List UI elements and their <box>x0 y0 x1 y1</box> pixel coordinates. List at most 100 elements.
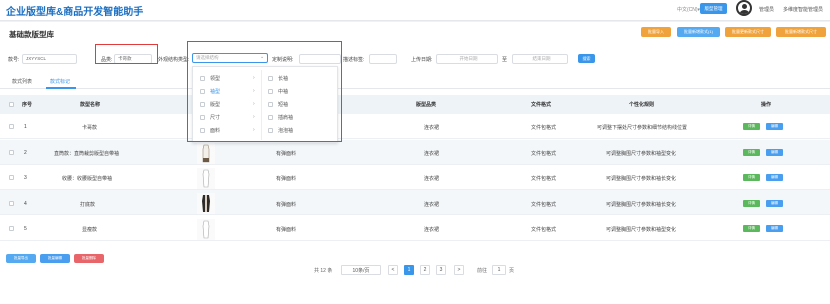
table-row <box>0 114 830 139</box>
garment-thumbnail <box>197 143 215 164</box>
row-checkbox[interactable] <box>9 226 14 231</box>
tabs-divider <box>0 88 830 89</box>
header-category: 版型品类 <box>416 102 437 108</box>
header-rule: 个性化规则 <box>629 102 655 108</box>
page-size-select[interactable]: 10条/页 <box>341 265 381 275</box>
row-rule: 可调整胸围尺寸参数和袖长变化 <box>606 176 677 182</box>
batch-edit-button[interactable]: 批量编辑 <box>40 254 70 263</box>
header-name: 款型名称 <box>80 102 101 108</box>
row-checkbox[interactable] <box>9 150 14 155</box>
search-button[interactable]: 搜索 <box>578 54 595 63</box>
table-header <box>0 95 830 114</box>
user-name[interactable]: 多维度智能管理员 <box>783 6 823 13</box>
row-edit-button[interactable]: 编辑 <box>766 174 783 181</box>
date-label: 上传日期: <box>411 57 433 63</box>
prev-page-button[interactable]: < <box>388 265 398 275</box>
top-button-pattern-manage[interactable]: 版型管理 <box>700 3 727 14</box>
select-all-checkbox[interactable] <box>9 102 14 107</box>
tag-input[interactable] <box>369 54 397 64</box>
row-name: 直筒款：直筒裁剪版型自带袖 <box>54 151 120 157</box>
garment-thumbnail <box>197 168 215 189</box>
batch-update-size-button[interactable]: 批量更新款式尺寸 <box>725 27 771 37</box>
row-checkbox[interactable] <box>9 124 14 129</box>
row-index: 4 <box>24 201 27 207</box>
row-name: 打底款 <box>80 202 96 208</box>
row-edit-button[interactable]: 编辑 <box>766 149 783 156</box>
row-rule: 可调整胸围尺寸参数和袖型变化 <box>606 227 677 233</box>
tab-style-mark[interactable]: 款式标记 <box>50 78 70 85</box>
row-edit-button[interactable]: 编辑 <box>766 200 783 207</box>
date-end-input[interactable]: 结束日期 <box>512 54 568 64</box>
row-category: 连衣裙 <box>424 176 440 182</box>
user-short-name: 管理员 <box>759 7 775 13</box>
language-selector[interactable]: 中文(CN)▾ <box>677 6 700 13</box>
header-actions: 操作 <box>761 102 772 108</box>
row-category: 连衣裙 <box>424 202 440 208</box>
avatar[interactable] <box>736 0 752 16</box>
app-title: 企业版型库&商品开发智能助手 <box>6 7 144 18</box>
table-row <box>0 216 830 241</box>
goto-label: 前往 <box>477 267 488 274</box>
row-format: 文件包格式 <box>531 125 557 131</box>
row-format: 文件包格式 <box>531 202 557 208</box>
row-fabric: 有弹面料 <box>276 227 297 233</box>
row-format: 文件包格式 <box>531 176 557 182</box>
row-category: 连衣裙 <box>424 227 440 233</box>
row-index: 3 <box>24 175 27 181</box>
batch-export-button[interactable]: 批量导出 <box>6 254 36 263</box>
header-format: 文件格式 <box>531 102 552 108</box>
page-1-button[interactable]: 1 <box>404 265 414 275</box>
page-3-button[interactable]: 3 <box>436 265 446 275</box>
row-name: 显瘦款 <box>82 227 98 233</box>
page-2-button[interactable]: 2 <box>420 265 430 275</box>
structure-label: 外观结构类型: <box>158 57 190 63</box>
row-index: 1 <box>24 124 27 130</box>
row-index: 2 <box>24 150 27 156</box>
row-checkbox[interactable] <box>9 175 14 180</box>
row-edit-button[interactable]: 编辑 <box>766 225 783 232</box>
table-row <box>0 165 830 190</box>
row-detail-button[interactable]: 详情 <box>743 225 760 232</box>
row-detail-button[interactable]: 详情 <box>743 123 760 130</box>
row-detail-button[interactable]: 详情 <box>743 200 760 207</box>
batch-add-style-button[interactable]: 批量新增款式(1) <box>677 27 720 37</box>
row-name: 收腰：收腰版型自带袖 <box>62 176 113 182</box>
annotation-box-structure <box>187 41 342 142</box>
row-fabric: 有弹面料 <box>276 202 297 208</box>
row-category: 连衣裙 <box>424 151 440 157</box>
active-tab-indicator <box>46 87 76 89</box>
row-detail-button[interactable]: 详情 <box>743 149 760 156</box>
row-rule: 可调整下摆处尺寸参数和细节结构线位置 <box>597 125 688 131</box>
batch-add-size-button[interactable]: 批量新增款式尺寸 <box>776 27 826 37</box>
page-title: 基础款版型库 <box>9 30 54 39</box>
row-fabric: 有弹面料 <box>276 176 297 182</box>
row-format: 文件包格式 <box>531 227 557 233</box>
code-input[interactable]: JXYYSCL <box>22 54 77 64</box>
date-start-input[interactable]: 开始日期 <box>436 54 498 64</box>
code-label: 款号: <box>8 57 20 63</box>
goto-page-input[interactable]: 1 <box>492 265 506 275</box>
table-row <box>0 140 830 165</box>
header-index: 序号 <box>22 102 33 108</box>
batch-delete-button[interactable]: 批量删除 <box>74 254 104 263</box>
garment-thumbnail <box>197 193 215 214</box>
tab-style-list[interactable]: 款式列表 <box>12 78 32 85</box>
row-name: 卡哥款 <box>82 125 98 131</box>
goto-page-suffix: 页 <box>509 267 515 274</box>
row-checkbox[interactable] <box>9 201 14 206</box>
date-separator: 至 <box>502 57 508 63</box>
row-category: 连衣裙 <box>424 125 440 131</box>
tag-label: 描述标签: <box>343 57 365 63</box>
garment-thumbnail <box>197 219 215 240</box>
row-fabric: 有弹面料 <box>276 151 297 157</box>
row-edit-button[interactable]: 编辑 <box>766 123 783 130</box>
batch-import-button[interactable]: 批量导入 <box>641 27 671 37</box>
annotation-box-category <box>95 44 158 64</box>
row-rule: 可调整胸围尺寸参数和袖型变化 <box>606 151 677 157</box>
row-index: 5 <box>24 226 27 232</box>
row-rule: 可调整胸围尺寸参数和袖长变化 <box>606 202 677 208</box>
next-page-button[interactable]: > <box>454 265 464 275</box>
table-row <box>0 190 830 215</box>
row-detail-button[interactable]: 详情 <box>743 174 760 181</box>
row-format: 文件包格式 <box>531 151 557 157</box>
